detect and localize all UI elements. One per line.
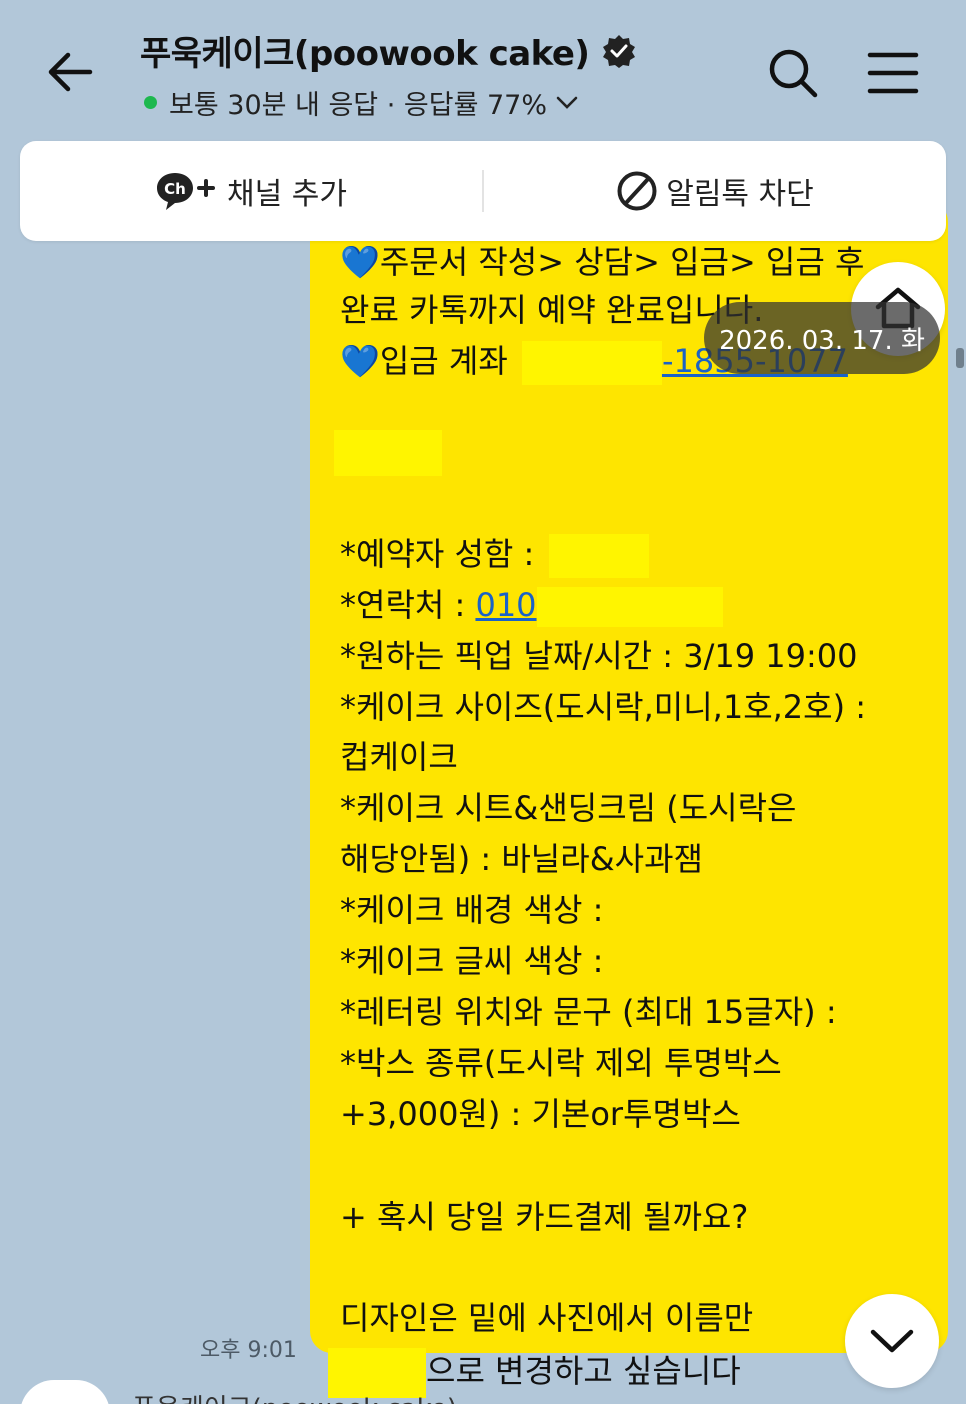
message-line: 완료 카톡까지 예약 완료입니다. (340, 291, 764, 329)
message-line: *케이크 글씨 색상 : (340, 942, 604, 980)
message-line: *레터링 위치와 문구 (최대 15글자) : (340, 993, 837, 1031)
verified-badge-icon (601, 33, 637, 69)
chat-title-area[interactable]: 푸욱케이크(poowook cake) 보통 30분 내 응답 · 응답률 77… (140, 26, 637, 122)
scrollbar-thumb[interactable] (956, 348, 964, 368)
channel-add-icon: Ch (155, 169, 219, 213)
redaction (521, 341, 662, 385)
message-line: *박스 종류(도시락 제외 투명박스 (340, 1044, 782, 1082)
svg-text:Ch: Ch (164, 180, 186, 198)
design-line-2: 으로 변경하고 싶습니다 (426, 1352, 741, 1390)
online-dot (144, 96, 157, 109)
block-notification-button[interactable]: 알림톡 차단 (484, 141, 946, 241)
chevron-down-icon (555, 95, 579, 111)
add-channel-button[interactable]: Ch 채널 추가 (20, 141, 482, 241)
message-line: *원하는 픽업 날짜/시간 : 3/19 19:00 (340, 637, 858, 675)
name-label: *예약자 성함 : (340, 535, 535, 573)
chat-header: 푸욱케이크(poowook cake) 보통 30분 내 응답 · 응답률 77… (0, 0, 966, 140)
message-line: + 혹시 당일 카드결제 될까요? (340, 1198, 749, 1236)
account-label: 입금 계좌 (379, 342, 508, 380)
response-status[interactable]: 보통 30분 내 응답 · 응답률 77% (140, 83, 637, 122)
message-line: *연락처 : 010 (340, 585, 723, 627)
message-line: *케이크 배경 색상 : (340, 891, 604, 929)
heart-icon: 💙 (340, 342, 380, 380)
message-line: *케이크 사이즈(도시락,미니,1호,2호) : (340, 688, 867, 726)
message-line: *케이크 시트&샌딩크림 (도시락은 (340, 789, 797, 827)
phone-label: *연락처 : (340, 586, 466, 624)
scroll-down-button[interactable] (845, 1294, 939, 1388)
message-time: 오후 9:01 (200, 1338, 297, 1363)
add-channel-label: 채널 추가 (227, 177, 347, 212)
search-button[interactable] (762, 42, 824, 104)
response-status-text: 보통 30분 내 응답 · 응답률 77% (169, 90, 548, 121)
phone-link[interactable]: 010 (475, 586, 536, 624)
back-button[interactable] (38, 40, 102, 104)
message-line: 컵케이크 (340, 738, 458, 776)
menu-button[interactable] (862, 42, 924, 104)
channel-title: 푸욱케이크(poowook cake) (140, 34, 590, 74)
message-line: 디자인은 밑에 사진에서 이름만 (340, 1299, 754, 1337)
block-notification-label: 알림톡 차단 (666, 177, 814, 212)
redaction (536, 587, 723, 627)
message-line: *예약자 성함 : (340, 534, 649, 578)
search-icon (769, 49, 818, 98)
sender-name: 푸욱케이크(poowook cake) (132, 1388, 457, 1404)
message-line: 해당안됨) : 바닐라&사과잼 (340, 840, 703, 878)
redaction (548, 534, 649, 578)
block-icon (616, 170, 658, 212)
menu-icon (867, 52, 919, 94)
avatar[interactable] (20, 1380, 110, 1404)
channel-action-bar: Ch 채널 추가 알림톡 차단 (20, 141, 946, 241)
message-line: +3,000원) : 기본or투명박스 (340, 1095, 741, 1133)
back-arrow-icon (48, 52, 93, 92)
message-line: 💙주문서 작성> 상담> 입금> 입금 후 (340, 243, 865, 281)
date-indicator: 2026. 03. 17. 화 (704, 302, 940, 374)
redaction (334, 430, 442, 476)
scroll-down-icon (870, 1329, 914, 1353)
